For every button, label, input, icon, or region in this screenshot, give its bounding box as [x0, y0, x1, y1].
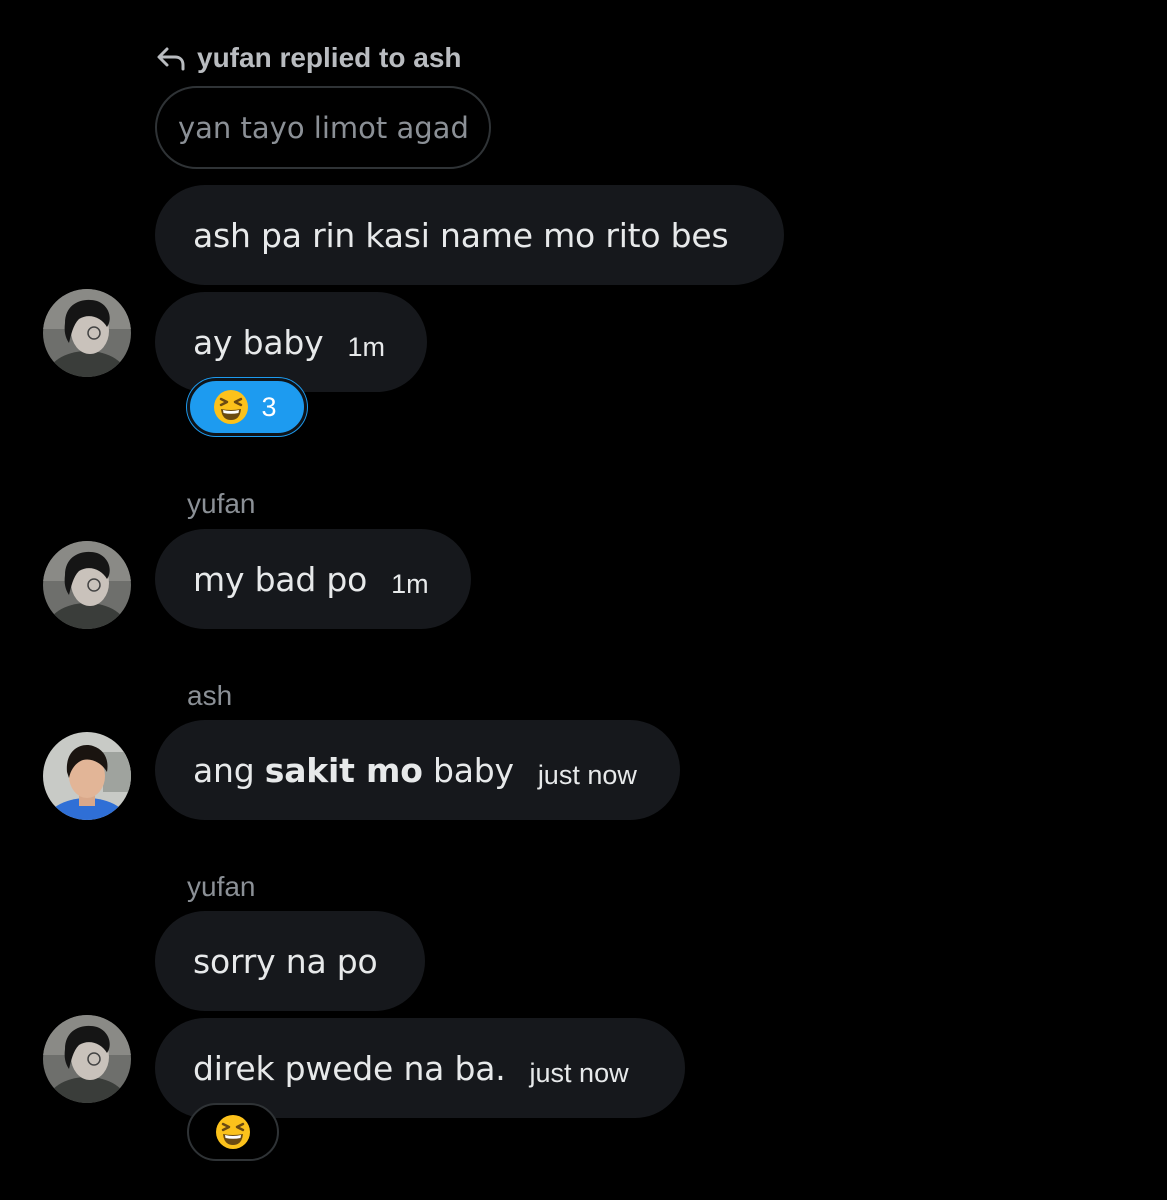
message-bubble[interactable]: my bad po 1m: [155, 529, 471, 629]
message-text: direk pwede na ba.: [193, 1048, 506, 1088]
reaction-count: 3: [261, 391, 277, 422]
sender-name: ash: [187, 680, 233, 711]
sender-name: yufan: [187, 871, 256, 902]
message-text: ash pa rin kasi name mo rito bes: [193, 215, 729, 255]
message-timestamp: just now: [529, 1057, 629, 1088]
message-bubble[interactable]: ash pa rin kasi name mo rito bes: [155, 185, 784, 285]
avatar-ash[interactable]: [43, 732, 131, 820]
message-text-bold: sakit mo: [264, 750, 423, 790]
message-timestamp: 1m: [347, 331, 386, 362]
reaction-pill[interactable]: 3: [187, 378, 307, 436]
reply-context-header: yufan replied to ash: [155, 40, 462, 76]
message-bubble[interactable]: sorry na po: [155, 911, 425, 1011]
avatar-yufan[interactable]: [43, 289, 131, 377]
message-text: my bad po: [193, 559, 368, 599]
message-bubble[interactable]: ang sakit mo baby just now: [155, 720, 680, 820]
message-timestamp: 1m: [391, 568, 429, 599]
message-bubble[interactable]: ay baby 1m: [155, 292, 427, 392]
quoted-message[interactable]: yan tayo limot agad: [155, 86, 491, 169]
message-timestamp: just now: [537, 759, 637, 790]
message-text: ay baby: [193, 322, 324, 362]
grinning-squinting-face-icon: [215, 1114, 251, 1150]
grinning-squinting-face-icon: [213, 389, 249, 425]
reaction-pill[interactable]: [187, 1103, 279, 1161]
message-text: sorry na po: [193, 941, 378, 981]
message-text-part: baby: [422, 750, 514, 790]
message-text: ang sakit mo baby: [193, 751, 514, 790]
avatar-yufan[interactable]: [43, 1015, 131, 1103]
reply-arrow-icon: [157, 47, 185, 71]
reply-context-label: yufan replied to ash: [197, 42, 462, 73]
avatar-yufan[interactable]: [43, 541, 131, 629]
sender-name: yufan: [187, 488, 256, 519]
quoted-message-text: yan tayo limot agad: [178, 110, 469, 145]
message-text-part: ang: [193, 750, 265, 790]
